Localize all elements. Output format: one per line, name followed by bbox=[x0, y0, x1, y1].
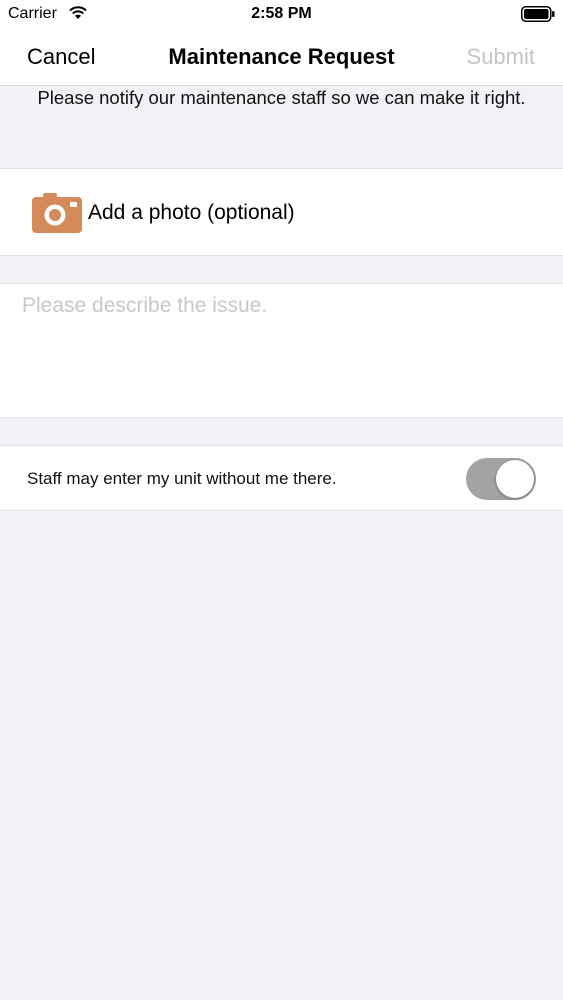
maintenance-request-screen: Carrier 2:58 PM Cancel Maintenance Reque… bbox=[0, 0, 563, 1000]
navigation-bar: Cancel Maintenance Request Submit bbox=[0, 30, 563, 86]
description-container bbox=[0, 283, 563, 418]
submit-button[interactable]: Submit bbox=[467, 44, 535, 70]
description-input[interactable] bbox=[22, 294, 542, 404]
notice-text: Please notify our maintenance staff so w… bbox=[37, 87, 526, 108]
toggle-knob[interactable] bbox=[496, 460, 534, 498]
cancel-button[interactable]: Cancel bbox=[27, 44, 95, 70]
unit-entry-permission-row: Staff may enter my unit without me there… bbox=[0, 445, 563, 511]
add-photo-label: Add a photo (optional) bbox=[88, 201, 295, 224]
status-bar: Carrier 2:58 PM bbox=[0, 0, 563, 30]
unit-entry-permission-label: Staff may enter my unit without me there… bbox=[27, 469, 337, 488]
battery-icon bbox=[521, 6, 555, 22]
unit-entry-toggle[interactable] bbox=[466, 458, 536, 500]
add-photo-button[interactable]: Add a photo (optional) bbox=[0, 168, 563, 256]
camera-icon bbox=[32, 193, 82, 233]
status-time: 2:58 PM bbox=[251, 5, 312, 22]
